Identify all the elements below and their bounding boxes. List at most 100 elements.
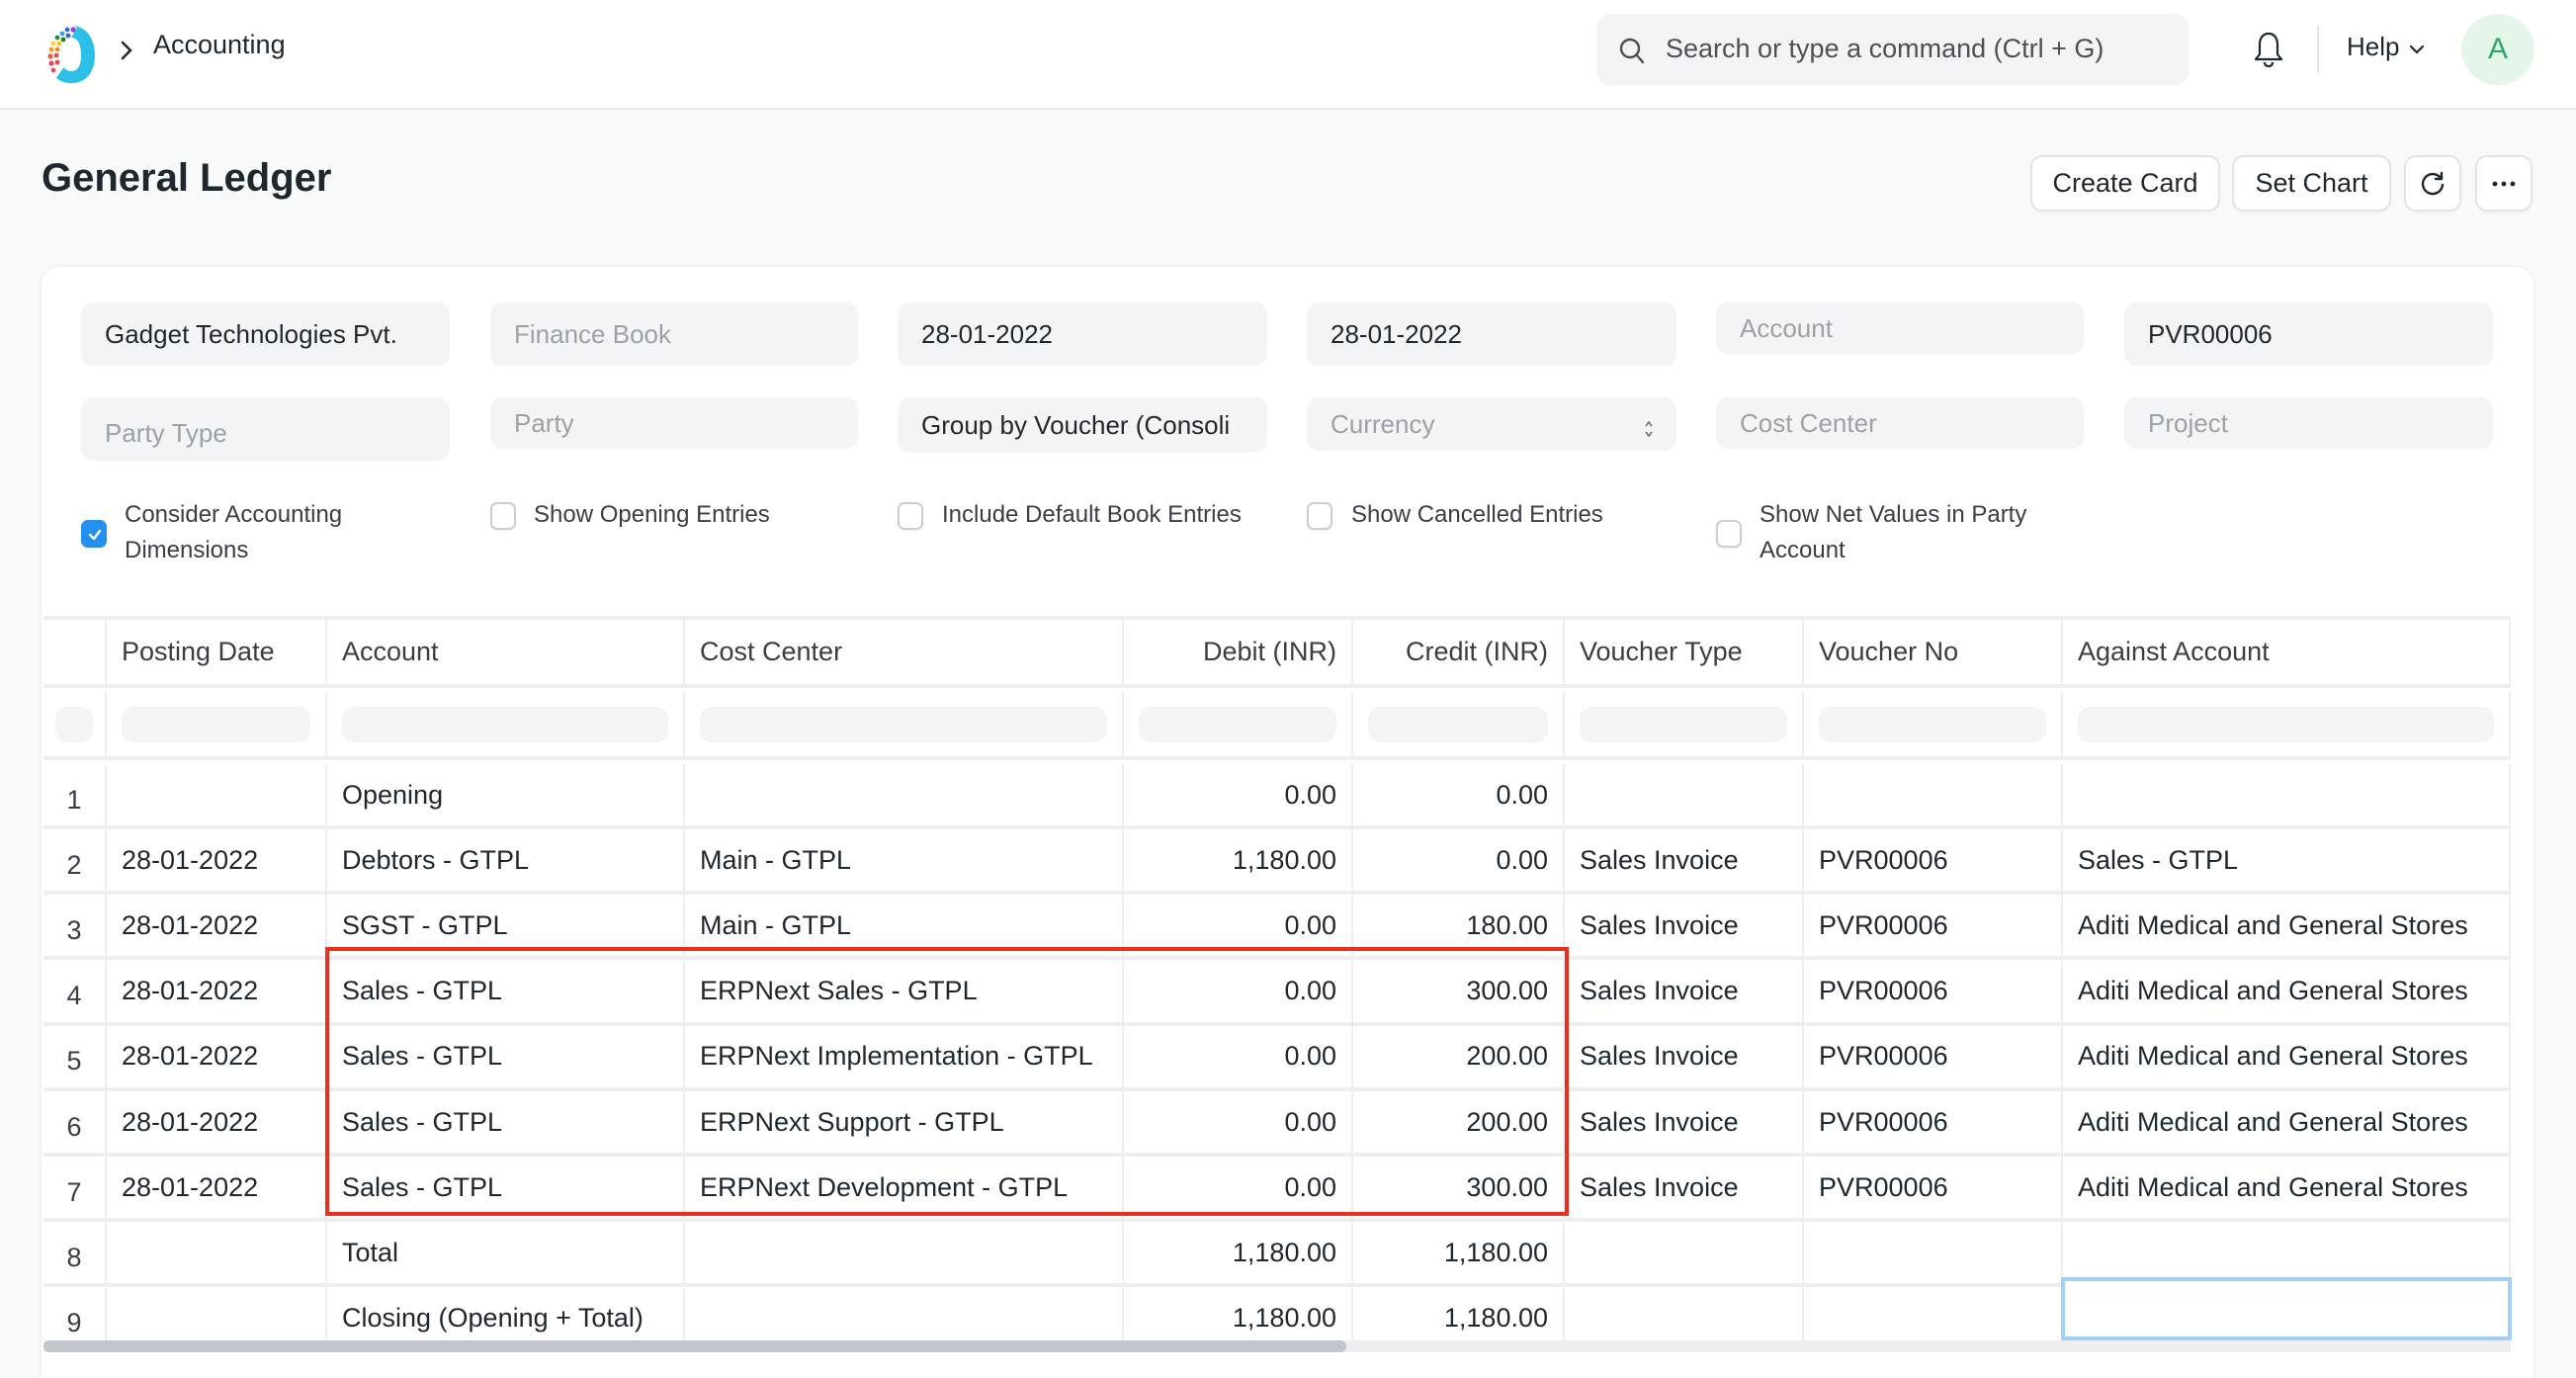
more-actions-button[interactable] (2475, 155, 2533, 212)
cell-against-account[interactable]: Sales - GTPL (2063, 829, 2511, 892)
cell-debit[interactable]: 0.00 (1124, 1025, 1353, 1087)
cell-against-account[interactable] (2063, 1222, 2511, 1284)
cell-debit[interactable]: 0.00 (1124, 764, 1353, 825)
table-row[interactable]: 1 Opening 0.00 0.00 (43, 764, 2511, 829)
filter-cost-center-input[interactable] (685, 692, 1124, 756)
cell-account[interactable]: Sales - GTPL (327, 960, 685, 1022)
user-avatar[interactable]: A (2461, 14, 2534, 85)
row-number[interactable]: 6 (43, 1091, 107, 1153)
cell-against-account[interactable]: Aditi Medical and General Stores (2063, 1157, 2511, 1219)
party-type-field[interactable]: Party Type (81, 397, 450, 461)
show-net-values-label[interactable]: Show Net Values in Party Account (1760, 497, 2076, 568)
app-logo-icon[interactable] (43, 22, 99, 85)
table-row[interactable]: 2 28-01-2022 Debtors - GTPL Main - GTPL 1,18… (43, 829, 2511, 896)
cell-cost-center[interactable]: ERPNext Implementation - GTPL (685, 1025, 1124, 1087)
cell-credit[interactable]: 180.00 (1353, 895, 1565, 957)
from-date-field[interactable]: 28-01-2022 (898, 302, 1267, 366)
cell-account[interactable]: Debtors - GTPL (327, 829, 685, 892)
help-dropdown[interactable]: Help (2347, 32, 2399, 62)
header-against-account[interactable]: Against Account (2063, 620, 2511, 684)
cell-voucher-type[interactable]: Sales Invoice (1565, 1025, 1804, 1087)
cell-debit[interactable]: 1,180.00 (1124, 1222, 1353, 1284)
finance-book-field[interactable]: Finance Book (490, 302, 858, 366)
create-card-button[interactable]: Create Card (2030, 155, 2220, 212)
cell-credit[interactable]: 300.00 (1353, 960, 1565, 1022)
filter-against-account-input[interactable] (2063, 692, 2511, 756)
cell-voucher-no[interactable] (1804, 1222, 2063, 1284)
voucher-no-field[interactable]: PVR00006 (2124, 302, 2493, 366)
cell-account[interactable]: Opening (327, 764, 685, 825)
cell-cost-center[interactable] (685, 764, 1124, 825)
cell-against-account[interactable]: Aditi Medical and General Stores (2063, 960, 2511, 1022)
cost-center-field[interactable]: Cost Center (1716, 397, 2084, 449)
cell-against-account[interactable]: Aditi Medical and General Stores (2063, 1025, 2511, 1087)
cell-against-account[interactable] (2063, 764, 2511, 825)
row-number[interactable]: 8 (43, 1222, 107, 1284)
consider-accounting-dimensions-checkbox[interactable] (81, 520, 107, 548)
chevron-down-icon[interactable] (2408, 43, 2426, 55)
table-row[interactable]: 4 28-01-2022 Sales - GTPL ERPNext Sales - G… (43, 960, 2511, 1026)
party-field[interactable]: Party (490, 397, 858, 449)
table-row[interactable]: 6 28-01-2022 Sales - GTPL ERPNext Support -… (43, 1091, 2511, 1157)
cell-posting-date[interactable]: 28-01-2022 (107, 1157, 327, 1219)
row-number[interactable]: 4 (43, 960, 107, 1022)
cell-posting-date[interactable]: 28-01-2022 (107, 1025, 327, 1087)
header-credit[interactable]: Credit (INR) (1353, 620, 1565, 684)
cell-cost-center[interactable]: Main - GTPL (685, 829, 1124, 892)
header-voucher-type[interactable]: Voucher Type (1565, 620, 1804, 684)
filter-voucher-no-input[interactable] (1804, 692, 2063, 756)
cell-voucher-no[interactable]: PVR00006 (1804, 829, 2063, 892)
header-posting-date[interactable]: Posting Date (107, 620, 327, 684)
cell-debit[interactable]: 0.00 (1124, 1091, 1353, 1153)
cell-debit[interactable]: 0.00 (1124, 1157, 1353, 1219)
show-opening-entries-label[interactable]: Show Opening Entries (534, 497, 770, 533)
cell-posting-date[interactable] (107, 1222, 327, 1284)
table-row[interactable]: 3 28-01-2022 SGST - GTPL Main - GTPL 0.00 180… (43, 895, 2511, 961)
row-number[interactable]: 2 (43, 829, 107, 892)
filter-credit-input[interactable] (1353, 692, 1565, 756)
header-debit[interactable]: Debit (INR) (1124, 620, 1353, 684)
header-voucher-no[interactable]: Voucher No (1804, 620, 2063, 684)
row-number[interactable]: 5 (43, 1025, 107, 1087)
cell-credit[interactable]: 0.00 (1353, 764, 1565, 825)
row-number[interactable]: 3 (43, 895, 107, 957)
cell-posting-date[interactable]: 28-01-2022 (107, 960, 327, 1022)
cell-account[interactable]: Sales - GTPL (327, 1025, 685, 1087)
cell-credit[interactable]: 200.00 (1353, 1025, 1565, 1087)
filter-account-input[interactable] (327, 692, 685, 756)
cell-account[interactable]: Sales - GTPL (327, 1091, 685, 1153)
cell-voucher-type[interactable] (1565, 1222, 1804, 1284)
include-default-book-entries-checkbox[interactable] (898, 502, 923, 530)
show-net-values-checkbox[interactable] (1716, 520, 1742, 548)
cell-credit[interactable]: 200.00 (1353, 1091, 1565, 1153)
cell-voucher-type[interactable]: Sales Invoice (1565, 1091, 1804, 1153)
cell-posting-date[interactable]: 28-01-2022 (107, 829, 327, 892)
company-field[interactable]: Gadget Technologies Pvt. (81, 302, 450, 366)
table-row[interactable]: 5 28-01-2022 Sales - GTPL ERPNext Implement… (43, 1025, 2511, 1091)
to-date-field[interactable]: 28-01-2022 (1307, 302, 1676, 366)
cell-voucher-type[interactable] (1565, 764, 1804, 825)
row-number[interactable]: 1 (43, 764, 107, 825)
cell-voucher-type[interactable]: Sales Invoice (1565, 960, 1804, 1022)
horizontal-scrollbar-thumb[interactable] (43, 1340, 1346, 1352)
include-default-book-entries-label[interactable]: Include Default Book Entries (942, 497, 1242, 533)
cell-account[interactable]: Total (327, 1222, 685, 1284)
cell-debit[interactable]: 0.00 (1124, 895, 1353, 957)
refresh-button[interactable] (2404, 155, 2461, 212)
project-field[interactable]: Project (2124, 397, 2493, 449)
cell-against-account[interactable]: Aditi Medical and General Stores (2063, 1091, 2511, 1153)
cell-account[interactable]: Sales - GTPL (327, 1157, 685, 1219)
cell-voucher-no[interactable]: PVR00006 (1804, 1091, 2063, 1153)
cell-voucher-type[interactable]: Sales Invoice (1565, 829, 1804, 892)
cell-voucher-no[interactable] (1804, 764, 2063, 825)
group-by-select[interactable]: Group by Voucher (Consoli (898, 397, 1267, 453)
cell-voucher-type[interactable]: Sales Invoice (1565, 1157, 1804, 1219)
cell-debit[interactable]: 0.00 (1124, 960, 1353, 1022)
cell-against-account[interactable]: Aditi Medical and General Stores (2063, 895, 2511, 957)
cell-voucher-no[interactable]: PVR00006 (1804, 895, 2063, 957)
currency-select[interactable]: Currency (1307, 397, 1676, 451)
cell-voucher-no[interactable]: PVR00006 (1804, 960, 2063, 1022)
focused-cell[interactable] (2061, 1277, 2512, 1340)
cell-posting-date[interactable] (107, 764, 327, 825)
cell-cost-center[interactable] (685, 1222, 1124, 1284)
